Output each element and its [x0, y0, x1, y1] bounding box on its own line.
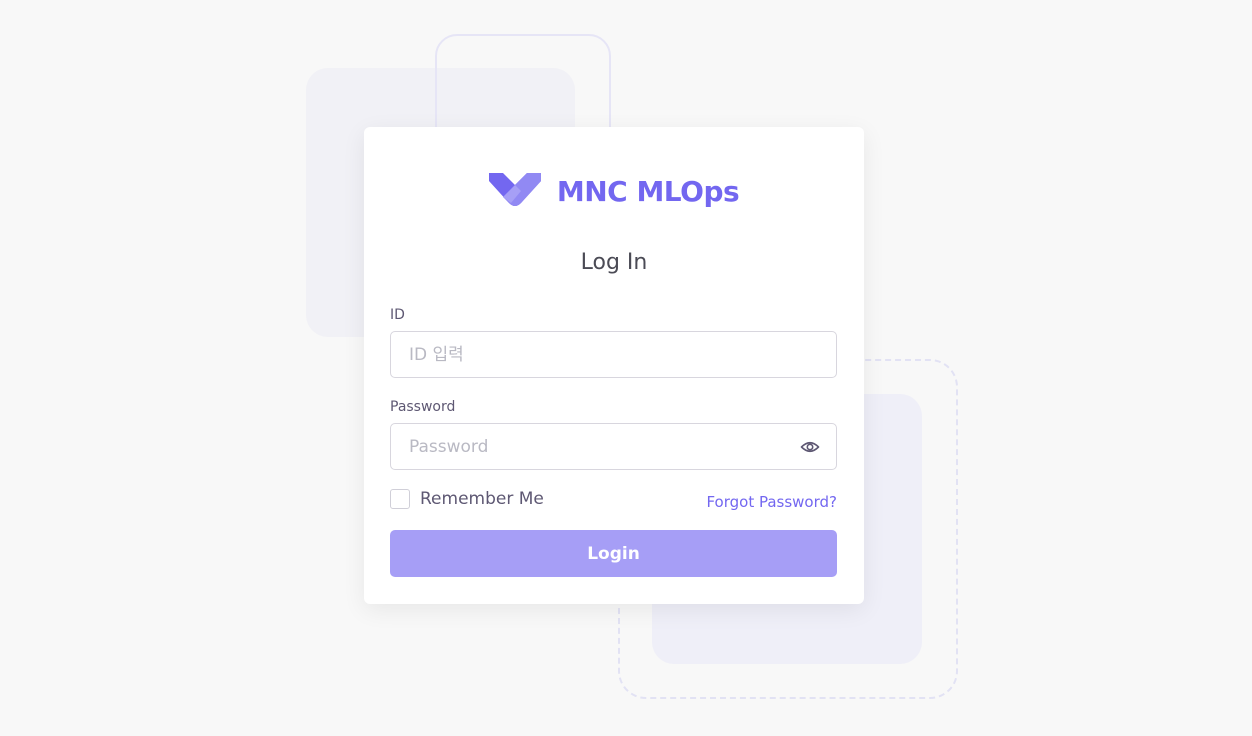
password-label: Password — [390, 399, 456, 415]
mnc-v-logo-icon — [488, 173, 541, 206]
eye-icon[interactable] — [800, 438, 820, 456]
id-field-wrapper — [390, 331, 837, 378]
brand-name: MNC MLOps — [556, 174, 740, 208]
login-card: MNC MLOps Log In ID Password Remember Me… — [364, 127, 864, 604]
id-input[interactable] — [391, 332, 836, 377]
password-input[interactable] — [391, 424, 836, 469]
login-button[interactable]: Login — [390, 530, 837, 577]
page-title: Log In — [580, 250, 648, 275]
remember-me: Remember Me — [390, 489, 544, 509]
brand-header: MNC MLOps — [364, 171, 864, 211]
password-field-wrapper — [390, 423, 837, 470]
forgot-password-link[interactable]: Forgot Password? — [706, 493, 837, 511]
remember-me-label[interactable]: Remember Me — [420, 489, 544, 509]
id-label: ID — [390, 307, 405, 323]
login-page: MNC MLOps Log In ID Password Remember Me… — [0, 0, 1252, 736]
remember-me-checkbox[interactable] — [390, 489, 410, 509]
